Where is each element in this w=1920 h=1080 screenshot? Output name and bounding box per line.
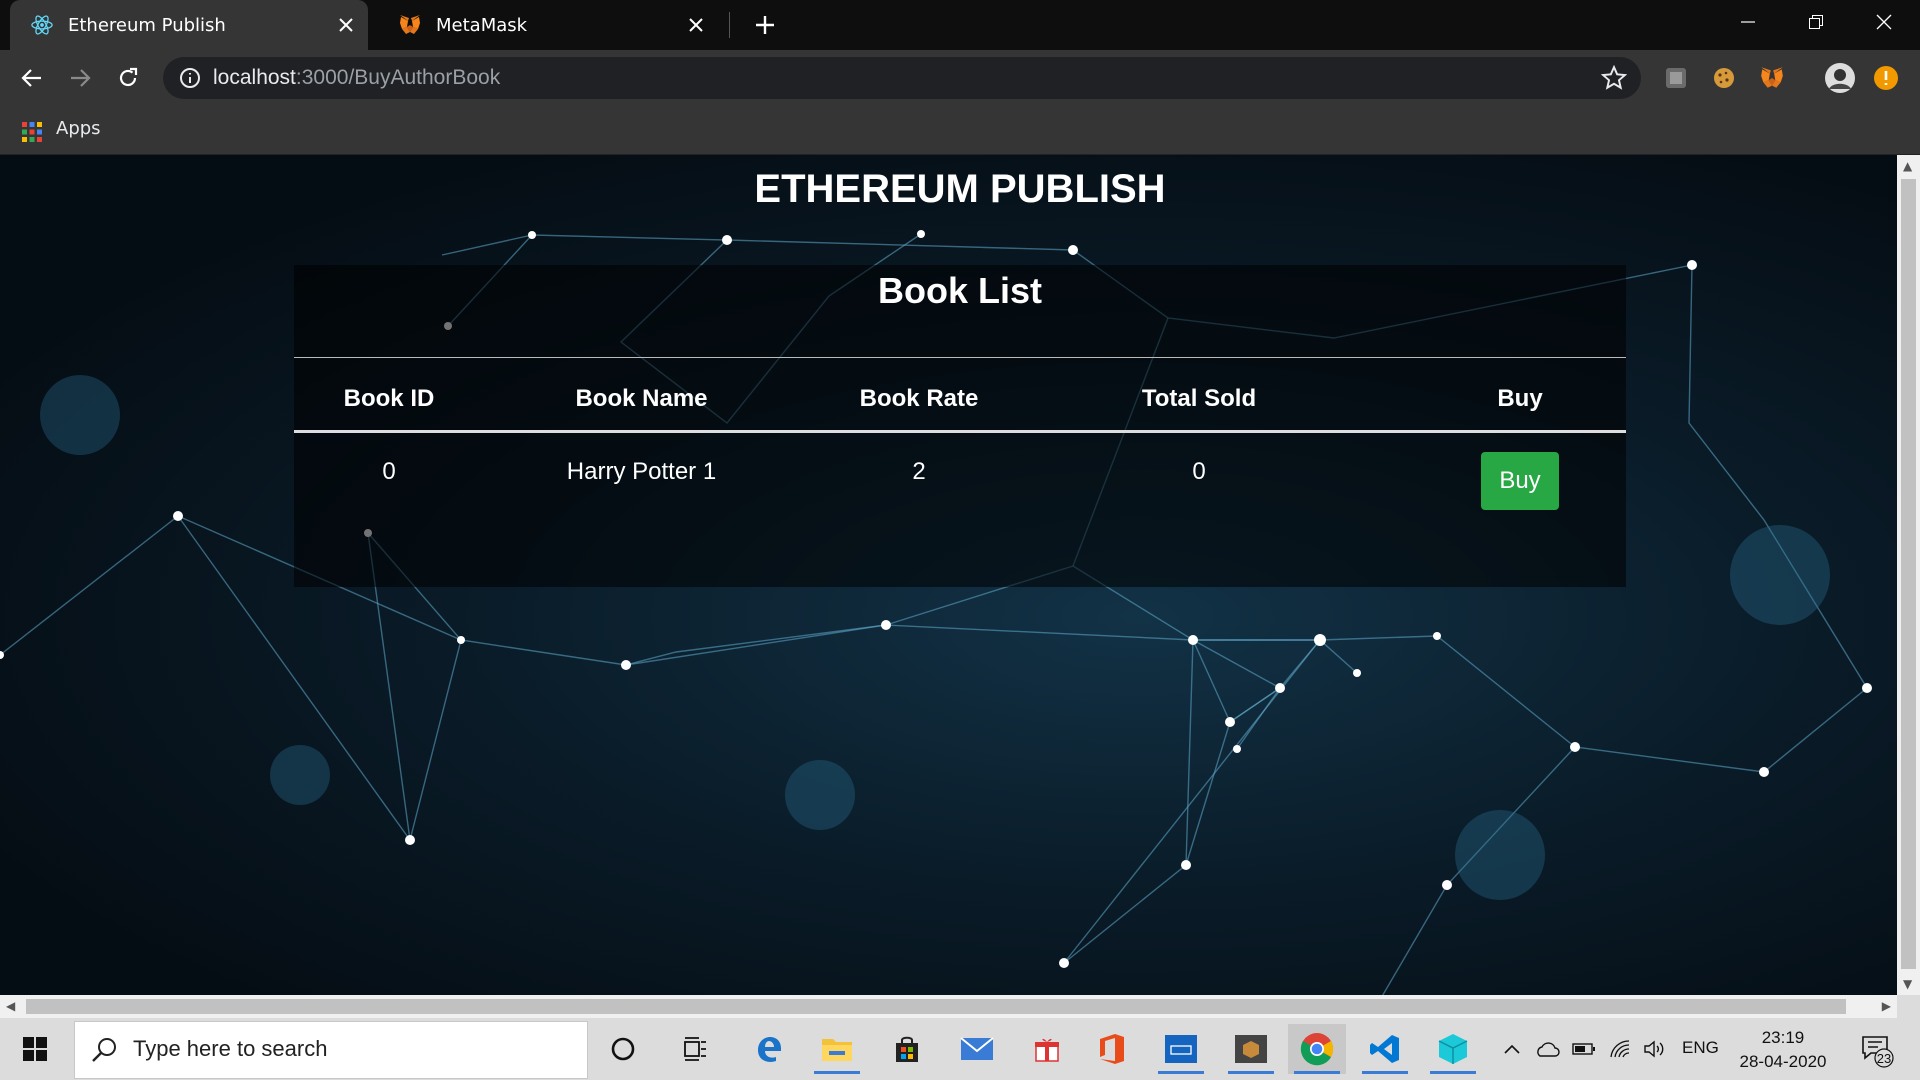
react-icon — [30, 13, 54, 37]
taskbar-search-box[interactable]: Type here to search — [74, 1021, 588, 1079]
cell-book-rate: 2 — [912, 458, 926, 485]
clock-time: 23:19 — [1761, 1028, 1805, 1047]
scroll-left-arrow-icon[interactable]: ◀ — [6, 999, 15, 1013]
apps-bookmark[interactable]: Apps — [56, 118, 101, 139]
task-view-icon[interactable] — [666, 1024, 724, 1074]
clock-date: 28-04-2020 — [1739, 1052, 1827, 1071]
scrollbar-corner — [1897, 995, 1920, 1018]
cell-book-id: 0 — [382, 458, 396, 485]
tab-ethereum-publish[interactable]: Ethereum Publish — [10, 0, 368, 50]
metamask-fox-icon[interactable] — [1758, 64, 1786, 92]
arrow-right-icon — [71, 69, 91, 87]
microsoft-store-icon[interactable] — [878, 1024, 936, 1074]
edge-browser-icon[interactable] — [740, 1024, 798, 1074]
notification-count: 23 — [1876, 1051, 1892, 1066]
reload-icon — [119, 67, 138, 87]
info-icon[interactable] — [179, 67, 201, 89]
vertical-scroll-thumb[interactable] — [1901, 179, 1916, 969]
chrome-icon[interactable] — [1288, 1024, 1346, 1074]
plus-icon — [756, 16, 774, 34]
chevron-up-icon[interactable] — [1500, 1036, 1524, 1062]
minimize-icon — [1741, 21, 1755, 23]
reload-button[interactable] — [110, 60, 146, 96]
active-indicator — [1430, 1071, 1476, 1074]
virtualbox-icon[interactable] — [1222, 1024, 1280, 1074]
windows-logo-icon — [23, 1037, 47, 1061]
page-viewport: ETHEREUM PUBLISH Book List Book ID Book … — [0, 155, 1897, 995]
cube-app-icon[interactable] — [1424, 1024, 1482, 1074]
onedrive-cloud-icon[interactable] — [1532, 1036, 1562, 1062]
search-icon — [92, 1038, 116, 1062]
new-tab-button[interactable] — [748, 8, 782, 42]
language-indicator[interactable]: ENG — [1682, 1038, 1719, 1058]
tab-metamask[interactable]: MetaMask — [378, 0, 718, 50]
column-header-book-id: Book ID — [343, 385, 435, 412]
extension-icon[interactable] — [1662, 64, 1690, 92]
metamask-fox-icon — [398, 13, 422, 37]
page-title: ETHEREUM PUBLISH — [754, 167, 1166, 211]
avatar[interactable] — [1824, 62, 1856, 94]
header-divider — [294, 430, 1626, 433]
back-button[interactable] — [14, 60, 50, 96]
horizontal-scroll-thumb[interactable] — [26, 999, 1846, 1014]
active-indicator — [1228, 1071, 1274, 1074]
close-icon[interactable] — [332, 11, 360, 39]
bookmark-star-icon[interactable] — [1601, 65, 1627, 91]
bookmarks-bar: Apps — [0, 106, 1920, 155]
wifi-icon[interactable] — [1606, 1036, 1634, 1062]
cell-book-name: Harry Potter 1 — [566, 458, 717, 485]
update-alert-icon[interactable] — [1872, 64, 1900, 92]
cell-total-sold: 0 — [1192, 458, 1206, 485]
cookie-icon[interactable] — [1710, 64, 1738, 92]
apps-grid-icon[interactable] — [22, 122, 42, 142]
scroll-right-arrow-icon[interactable]: ▶ — [1882, 999, 1891, 1013]
buy-button[interactable]: Buy — [1481, 452, 1559, 510]
window-close-button[interactable] — [1850, 0, 1918, 44]
url-host: localhost — [213, 66, 296, 89]
start-button[interactable] — [10, 1026, 60, 1072]
horizontal-scrollbar[interactable]: ◀ ▶ — [0, 995, 1897, 1018]
scroll-down-arrow-icon[interactable]: ▼ — [1903, 977, 1912, 991]
search-placeholder: Type here to search — [133, 1036, 328, 1061]
divider — [294, 357, 1626, 358]
book-list-panel: Book List Book ID Book Name Book Rate To… — [294, 265, 1626, 587]
cortana-icon[interactable] — [594, 1024, 652, 1074]
tab-separator — [729, 12, 730, 38]
column-header-total-sold: Total Sold — [1141, 385, 1257, 412]
column-header-buy: Buy — [1497, 385, 1543, 412]
battery-icon[interactable] — [1570, 1036, 1598, 1062]
mail-icon[interactable] — [948, 1024, 1006, 1074]
windows-taskbar: Type here to search ENG 23:19 28-04-2020… — [0, 1018, 1920, 1080]
keyboard-app-icon[interactable] — [1152, 1024, 1210, 1074]
restore-icon — [1809, 15, 1823, 29]
volume-icon[interactable] — [1640, 1036, 1670, 1062]
address-bar[interactable]: localhost:3000/BuyAuthorBook — [163, 57, 1641, 99]
active-indicator — [814, 1071, 860, 1074]
minimize-button[interactable] — [1714, 0, 1782, 44]
restore-button[interactable] — [1782, 0, 1850, 44]
file-explorer-icon[interactable] — [808, 1024, 866, 1074]
column-header-book-rate: Book Rate — [859, 385, 979, 412]
scroll-up-arrow-icon[interactable]: ▲ — [1903, 159, 1912, 173]
url-path: :3000/BuyAuthorBook — [295, 66, 501, 89]
tab-title: MetaMask — [436, 14, 528, 36]
forward-button[interactable] — [62, 60, 98, 96]
vscode-icon[interactable] — [1356, 1024, 1414, 1074]
url-text: localhost:3000/BuyAuthorBook — [213, 66, 500, 90]
gift-app-icon[interactable] — [1018, 1024, 1076, 1074]
active-indicator — [1294, 1071, 1340, 1074]
column-header-book-name: Book Name — [575, 385, 708, 412]
vertical-scrollbar[interactable]: ▲ ▼ — [1897, 155, 1920, 995]
arrow-left-icon — [21, 69, 41, 87]
panel-title: Book List — [877, 270, 1042, 311]
office-icon[interactable] — [1083, 1024, 1141, 1074]
tab-strip: Ethereum Publish MetaMask — [0, 0, 1920, 50]
system-clock[interactable]: 23:19 28-04-2020 — [1725, 1026, 1841, 1074]
close-icon[interactable] — [682, 11, 710, 39]
notification-center-icon[interactable]: 23 — [1860, 1032, 1896, 1068]
active-indicator — [1362, 1071, 1408, 1074]
active-indicator — [1158, 1071, 1204, 1074]
close-icon — [1876, 14, 1892, 30]
tab-title: Ethereum Publish — [68, 14, 226, 36]
